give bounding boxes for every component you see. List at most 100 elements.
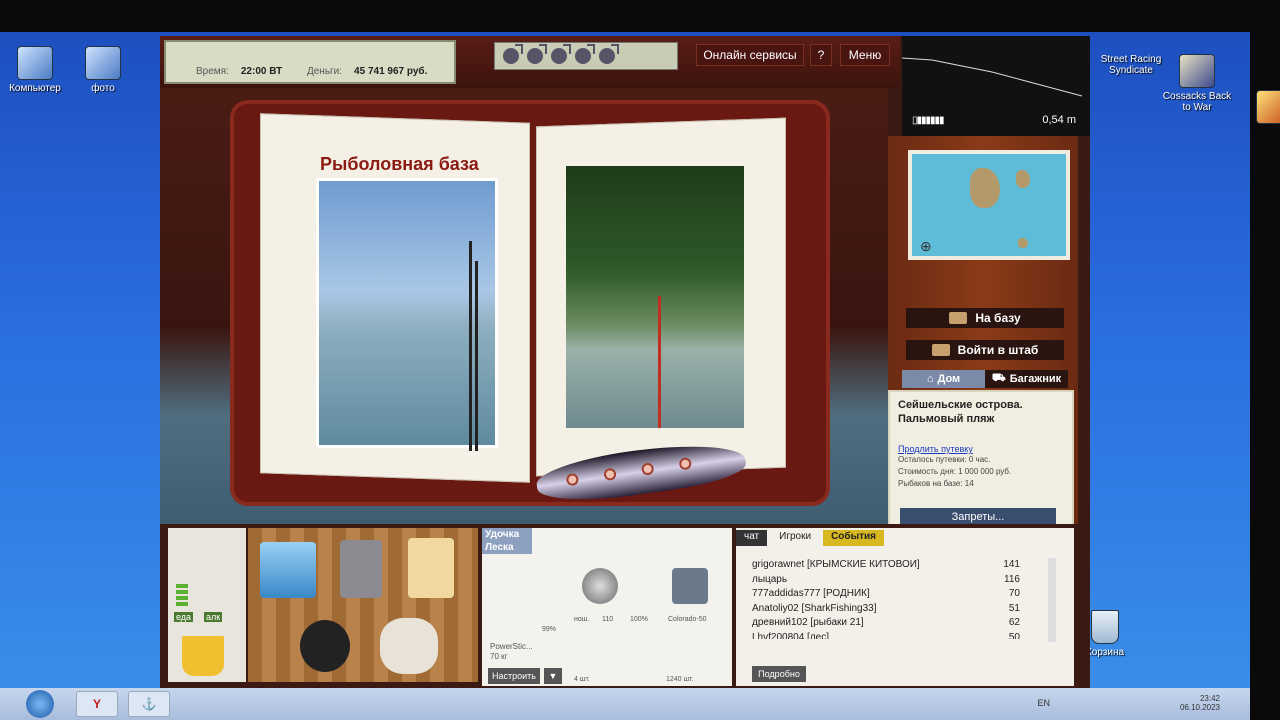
menu-button[interactable]: Меню xyxy=(840,44,890,66)
money-label: Деньги: xyxy=(306,66,343,77)
enter-hq-label: Войти в штаб xyxy=(957,343,1039,357)
desktop-icon-street-racing[interactable]: Street Racing Syndicate xyxy=(1096,54,1280,124)
bucket-icon[interactable] xyxy=(182,636,224,676)
rod-label: Удочка xyxy=(482,528,532,541)
notebook-icon[interactable] xyxy=(408,538,454,598)
lure-dot xyxy=(603,467,617,482)
online-services-button[interactable]: Онлайн сервисы xyxy=(696,44,804,66)
tab-chat[interactable]: чат xyxy=(736,530,768,546)
line-label: Леска xyxy=(482,541,532,554)
chat-scrollbar[interactable] xyxy=(1048,558,1056,642)
player-name[interactable]: Lhvf200804 [лес] xyxy=(752,631,982,639)
fish-icon xyxy=(503,44,523,64)
player-name[interactable]: 777addidas777 [РОДНИК] xyxy=(752,587,982,602)
reel-icon[interactable] xyxy=(582,568,618,604)
bait-count: 1240 шт. xyxy=(666,676,694,683)
player-score: 141 xyxy=(1003,559,1020,570)
map-island xyxy=(1016,170,1030,188)
bait-bag-icon[interactable] xyxy=(380,618,438,674)
desktop-icon-computer[interactable]: Компьютер xyxy=(0,46,70,94)
player-name[interactable]: Anatoliy02 [SharkFishing33] xyxy=(752,602,982,617)
fishing-rod xyxy=(658,296,661,428)
help-button[interactable]: ? xyxy=(810,44,832,66)
tab-players[interactable]: Игроки xyxy=(771,530,819,546)
yandex-browser-icon[interactable]: Y xyxy=(76,691,118,717)
configure-dropdown[interactable]: ▼ xyxy=(544,668,562,684)
beach-photo-right[interactable] xyxy=(566,166,744,428)
fishing-rod xyxy=(475,261,478,451)
pot-icon[interactable] xyxy=(300,620,350,672)
rod-weight: 70 кг xyxy=(490,652,508,661)
player-score: 62 xyxy=(1008,617,1020,629)
start-button[interactable] xyxy=(26,690,54,718)
desktop-icon-label: Компьютер xyxy=(9,83,61,94)
desktop-icon-label: Корзина xyxy=(1085,647,1125,658)
computer-icon xyxy=(17,46,53,80)
book-title: Рыболовная база xyxy=(320,154,479,174)
details-button[interactable]: Подробно xyxy=(752,666,806,682)
game-launcher-icon[interactable]: ⚓ xyxy=(128,691,170,717)
tab-events[interactable]: События xyxy=(823,530,884,546)
tab-home[interactable]: ⌂ Дом xyxy=(902,370,985,388)
lure-dot xyxy=(678,456,693,471)
fish-icon xyxy=(575,44,595,64)
language-indicator[interactable]: EN xyxy=(1037,698,1050,708)
clock-date: 06.10.2023 xyxy=(1179,703,1220,712)
enter-hq-button[interactable]: Войти в штаб xyxy=(906,340,1064,360)
food-label: еда xyxy=(174,612,194,622)
status-box: Время: 22:00 ВТ Деньги: 45 741 967 руб. xyxy=(164,40,456,84)
player-score: 50 xyxy=(1008,631,1020,639)
to-base-button[interactable]: На базу xyxy=(906,308,1064,328)
backpack-icon[interactable] xyxy=(340,540,382,598)
game-icon xyxy=(1179,54,1215,88)
map-island xyxy=(1018,238,1028,248)
desktop-icon-label: Cossacks Back to War xyxy=(1162,91,1232,113)
home-trunk-tabs: ⌂ Дом ⛟ Багажник xyxy=(902,370,1068,388)
line-tension-icon: ▯▮▮▮▮▮▮ xyxy=(912,115,945,126)
game-window: Время: 22:00 ВТ Деньги: 45 741 967 руб. Он… xyxy=(160,36,1090,690)
configure-button[interactable]: Настроить xyxy=(488,668,540,684)
food-level-meter xyxy=(176,584,188,608)
tab-trunk[interactable]: ⛟ Багажник xyxy=(985,370,1068,388)
player-name[interactable]: лыцарь xyxy=(752,573,982,588)
food-level-segment xyxy=(176,590,188,594)
location-map[interactable]: ⊕ xyxy=(908,150,1070,260)
food-level-segment xyxy=(176,596,188,600)
recycle-bin-icon xyxy=(1091,610,1119,644)
lure-dot xyxy=(565,472,580,487)
reel-condition: 100% xyxy=(630,616,648,623)
chat-tabs: чат Игроки События xyxy=(736,530,884,546)
clock-time: 23:42 xyxy=(1199,694,1220,703)
location-title: Сейшельские острова. Пальмовый пляж xyxy=(898,399,1023,425)
alcohol-label: алк xyxy=(204,612,223,622)
reel-count: 110 xyxy=(602,616,614,623)
desktop-icon-photo[interactable]: фото xyxy=(68,46,138,94)
taskbar: Y ⚓ EN 23:42 06.10.2023 xyxy=(0,688,1250,720)
depth-value: 0,54 m xyxy=(1042,114,1076,126)
desktop-icon-cossacks[interactable]: Cossacks Back to War xyxy=(1162,54,1232,113)
extend-permit-link[interactable]: Продлить путевку xyxy=(898,444,1064,454)
car-icon: ⛟ xyxy=(991,372,1006,384)
player-status: еда алк xyxy=(168,528,246,682)
tab-home-label: Дом xyxy=(937,373,961,385)
system-clock[interactable]: 23:42 06.10.2023 xyxy=(1180,694,1220,712)
players-scores: 141 116 70 51 62 50 xyxy=(980,558,1020,639)
time-value: 22:00 ВТ xyxy=(240,66,283,77)
food-level-segment xyxy=(176,602,188,606)
tab-trunk-label: Багажник xyxy=(1009,373,1062,385)
day-cost: Стоимость дня: 1 000 000 руб. xyxy=(898,467,1012,476)
map-island xyxy=(970,168,1000,208)
inventory-shelf xyxy=(248,528,478,682)
tackle-box-icon[interactable] xyxy=(260,542,316,598)
rod-name: PowerStic... xyxy=(490,642,533,651)
player-score: 116 xyxy=(1004,573,1020,585)
line-spool-icon[interactable] xyxy=(672,568,708,604)
player-name[interactable]: древний102 [рыбаки 21] xyxy=(752,616,982,631)
top-bar: Время: 22:00 ВТ Деньги: 45 741 967 руб. Он… xyxy=(160,36,900,88)
fish-icon xyxy=(599,44,619,64)
beach-photo-left[interactable] xyxy=(316,178,498,451)
tackle-panel: Удочка Леска 99% PowerStic... 70 кг нош.… xyxy=(482,528,732,686)
to-base-label: На базу xyxy=(975,311,1021,325)
reel-wear: нош. xyxy=(574,616,590,623)
player-name[interactable]: grigorawnet [КРЫМСКИЕ КИТОВОИ] xyxy=(752,558,982,573)
